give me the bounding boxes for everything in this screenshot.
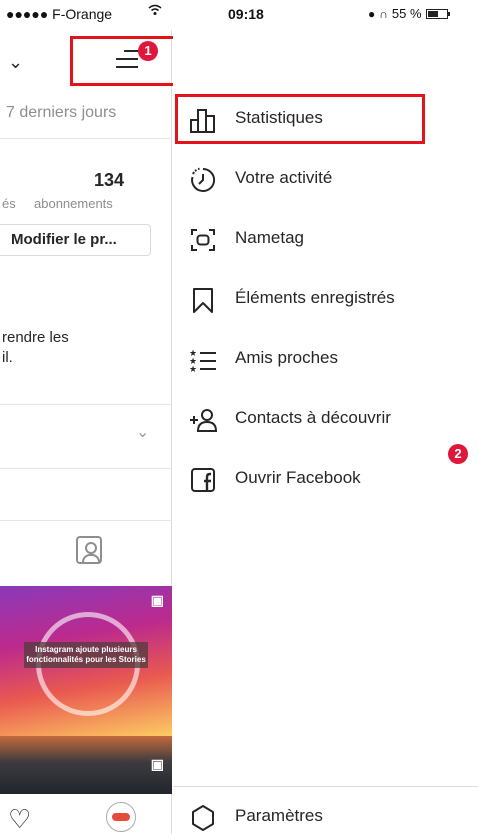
profile-bio: rendre les il.: [2, 328, 69, 368]
following-label: abonnements: [34, 196, 113, 211]
story-caption: Instagram ajoute plusieurs fonctionnalit…: [24, 642, 148, 668]
menu-notification-badge: 1: [138, 41, 158, 61]
facebook-icon: [191, 468, 215, 492]
status-right: ● ∩ 55 %: [368, 6, 450, 21]
battery-percent: 55 %: [391, 6, 422, 21]
divider: [0, 520, 172, 521]
menu-item-elements-enregistres[interactable]: Éléments enregistrés: [173, 274, 478, 324]
settings-gear-icon: [192, 805, 214, 831]
story-thumbnail[interactable]: ▣ Instagram ajoute plusieurs fonctionnal…: [0, 586, 172, 736]
bio-line: rendre les: [2, 329, 69, 346]
do-not-disturb-icon: ●: [368, 6, 376, 21]
menu-item-label: Ouvrir Facebook: [235, 468, 361, 487]
headphones-icon: ∩: [379, 6, 388, 21]
menu-item-label: Nametag: [235, 228, 304, 247]
battery-icon: [425, 8, 450, 19]
carrier-label: ●●●●● F-Orange: [6, 6, 113, 22]
menu-item-label: Amis proches: [235, 348, 338, 367]
profile-panel: ⌄ 1 7 derniers jours 134 és abonnements …: [0, 30, 181, 834]
story-thumbnail[interactable]: ▣: [0, 736, 172, 794]
following-count[interactable]: 134: [94, 170, 124, 191]
menu-item-parametres[interactable]: Paramètres: [173, 792, 478, 834]
menu-item-label: Contacts à découvrir: [235, 408, 391, 427]
stat-label-partial: és: [2, 196, 16, 211]
menu-item-nametag[interactable]: Nametag: [173, 214, 478, 264]
add-person-icon: [190, 409, 217, 432]
expand-chevron-icon[interactable]: ⌄: [136, 422, 149, 442]
insights-period[interactable]: 7 derniers jours: [6, 104, 116, 122]
divider: [173, 786, 478, 787]
divider: [0, 138, 172, 139]
activity-clock-icon: [191, 167, 216, 192]
bookmark-icon: [193, 288, 213, 313]
menu-item-label: Éléments enregistrés: [235, 288, 395, 307]
divider: [0, 404, 172, 405]
clock-time: 09:18: [228, 6, 264, 22]
hamburger-menu-icon[interactable]: [116, 50, 138, 68]
menu-item-label: Votre activité: [235, 168, 333, 187]
close-friends-list-icon: ★ ★ ★: [189, 349, 216, 374]
bio-line: il.: [2, 349, 13, 366]
menu-item-contacts-a-decouvrir[interactable]: Contacts à découvrir: [173, 394, 478, 444]
avatar[interactable]: [106, 802, 136, 832]
divider: [0, 468, 172, 469]
heart-icon[interactable]: ♡: [8, 804, 31, 834]
account-switcher-chevron-icon[interactable]: ⌄: [8, 52, 23, 73]
video-camera-icon: ▣: [150, 756, 164, 772]
menu-item-amis-proches[interactable]: ★ ★ ★ Amis proches: [173, 334, 478, 384]
menu-item-statistiques[interactable]: Statistiques: [173, 94, 478, 144]
menu-item-label: Statistiques: [235, 108, 323, 127]
video-camera-icon: ▣: [150, 592, 164, 608]
nametag-icon: [191, 229, 215, 251]
edit-profile-button[interactable]: Modifier le pr...: [0, 224, 151, 256]
menu-item-ouvrir-facebook[interactable]: Ouvrir Facebook: [173, 454, 478, 504]
settings-label: Paramètres: [235, 806, 323, 825]
status-bar: ●●●●● F-Orange 09:18 ● ∩ 55 %: [0, 0, 478, 30]
side-menu: Statistiques Votre activité Nametag Élém…: [173, 30, 478, 834]
svg-text:★: ★: [189, 365, 197, 374]
bar-chart-icon: [190, 109, 215, 133]
tagged-photos-icon[interactable]: [76, 536, 102, 564]
menu-item-votre-activite[interactable]: Votre activité: [173, 154, 478, 204]
wifi-icon: [148, 4, 162, 19]
